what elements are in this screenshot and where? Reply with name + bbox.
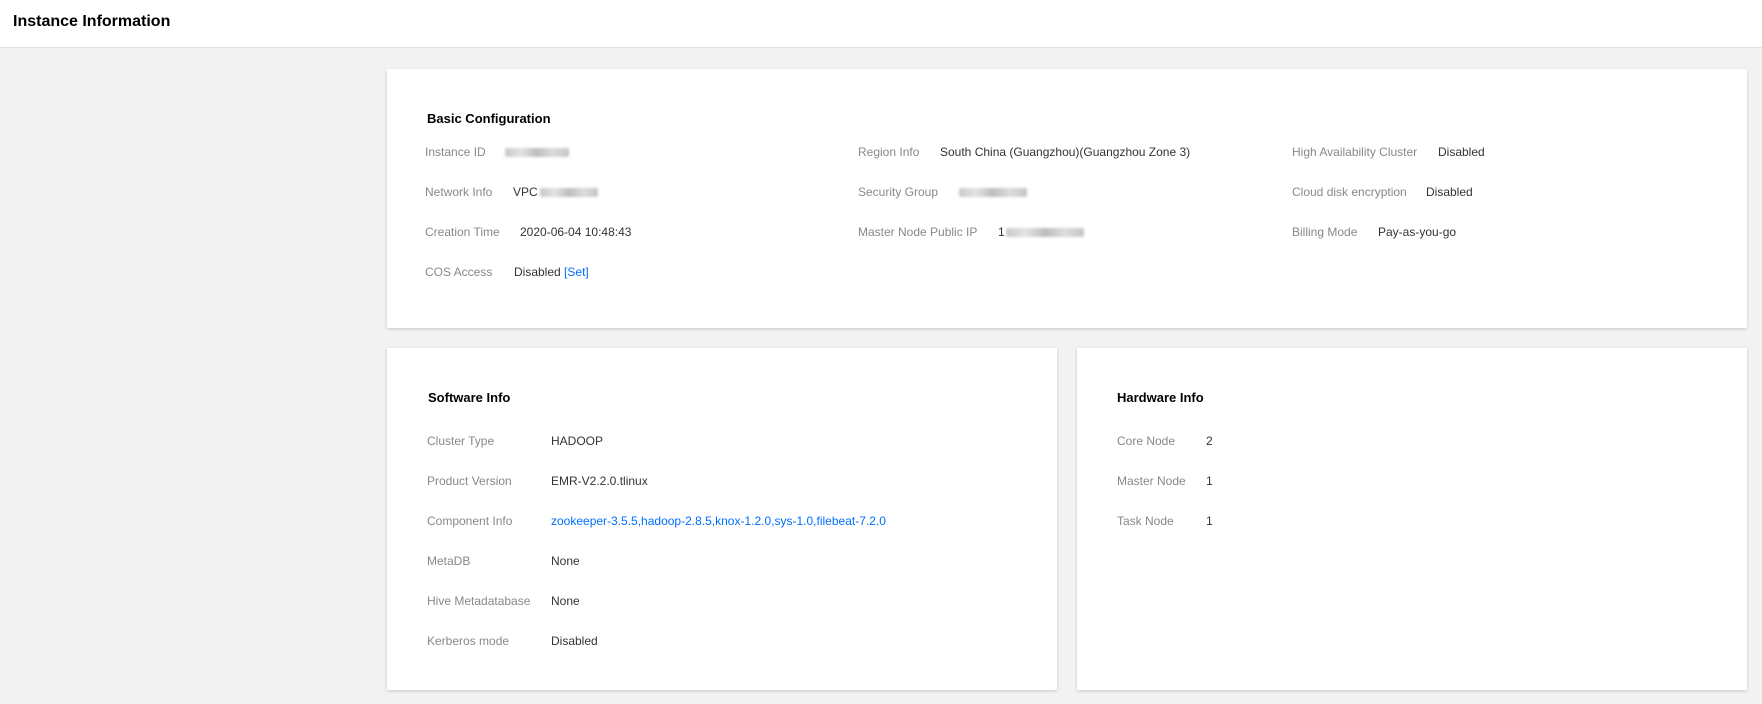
core-node-label: Core Node xyxy=(1117,434,1176,448)
instance-id-label: Instance ID xyxy=(425,145,486,159)
master-node-value: 1 xyxy=(1206,474,1213,488)
metadb-value: None xyxy=(551,554,580,568)
basic-configuration-title: Basic Configuration xyxy=(427,111,551,126)
software-info-card: Software Info Cluster Type HADOOP Produc… xyxy=(387,348,1057,690)
cos-access-set-link[interactable]: Set xyxy=(567,265,585,279)
cos-access-status: Disabled xyxy=(514,265,561,279)
basic-configuration-card: Basic Configuration Instance ID Network … xyxy=(387,69,1747,328)
core-node-value: 2 xyxy=(1206,434,1213,448)
page-header: Instance Information xyxy=(0,0,1762,48)
product-version-value: EMR-V2.2.0.tlinux xyxy=(551,474,648,488)
security-group-label: Security Group xyxy=(858,185,939,199)
software-info-title: Software Info xyxy=(428,390,511,405)
hardware-info-card: Hardware Info Core Node 2 Master Node 1 … xyxy=(1077,348,1747,690)
hardware-info-title: Hardware Info xyxy=(1117,390,1204,405)
billing-mode-value: Pay-as-you-go xyxy=(1378,225,1457,239)
network-info-label: Network Info xyxy=(425,185,493,199)
billing-mode-label: Billing Mode xyxy=(1292,225,1358,239)
cos-access-label: COS Access xyxy=(425,265,493,279)
region-info-label: Region Info xyxy=(858,145,920,159)
creation-time-label: Creation Time xyxy=(425,225,500,239)
security-group-value-redacted xyxy=(959,185,1027,199)
product-version-label: Product Version xyxy=(427,474,512,488)
task-node-value: 1 xyxy=(1206,514,1213,528)
master-public-ip-value: 1 xyxy=(998,225,1084,239)
master-node-label: Master Node xyxy=(1117,474,1186,488)
disk-encryption-value: Disabled xyxy=(1426,185,1473,199)
creation-time-value: 2020-06-04 10:48:43 xyxy=(520,225,632,239)
page-title: Instance Information xyxy=(13,13,171,30)
kerberos-mode-value: Disabled xyxy=(551,634,598,648)
component-info-label: Component Info xyxy=(427,514,513,528)
cluster-type-label: Cluster Type xyxy=(427,434,495,448)
component-info-link[interactable]: zookeeper-3.5.5,hadoop-2.8.5,knox-1.2.0,… xyxy=(551,514,886,528)
cos-access-value: Disabled [Set] xyxy=(514,265,589,279)
kerberos-mode-label: Kerberos mode xyxy=(427,634,510,648)
disk-encryption-label: Cloud disk encryption xyxy=(1292,185,1407,199)
ha-cluster-value: Disabled xyxy=(1438,145,1485,159)
master-public-ip-label: Master Node Public IP xyxy=(858,225,978,239)
instance-id-value-redacted xyxy=(505,145,569,159)
region-info-value: South China (Guangzhou)(Guangzhou Zone 3… xyxy=(940,145,1191,159)
cluster-type-value: HADOOP xyxy=(551,434,604,448)
task-node-label: Task Node xyxy=(1117,514,1174,528)
ha-cluster-label: High Availability Cluster xyxy=(1292,145,1418,159)
network-info-value: VPC xyxy=(513,185,598,199)
metadb-label: MetaDB xyxy=(427,554,471,568)
hive-metadatabase-value: None xyxy=(551,594,580,608)
hive-metadatabase-label: Hive Metadatabase xyxy=(427,594,531,608)
